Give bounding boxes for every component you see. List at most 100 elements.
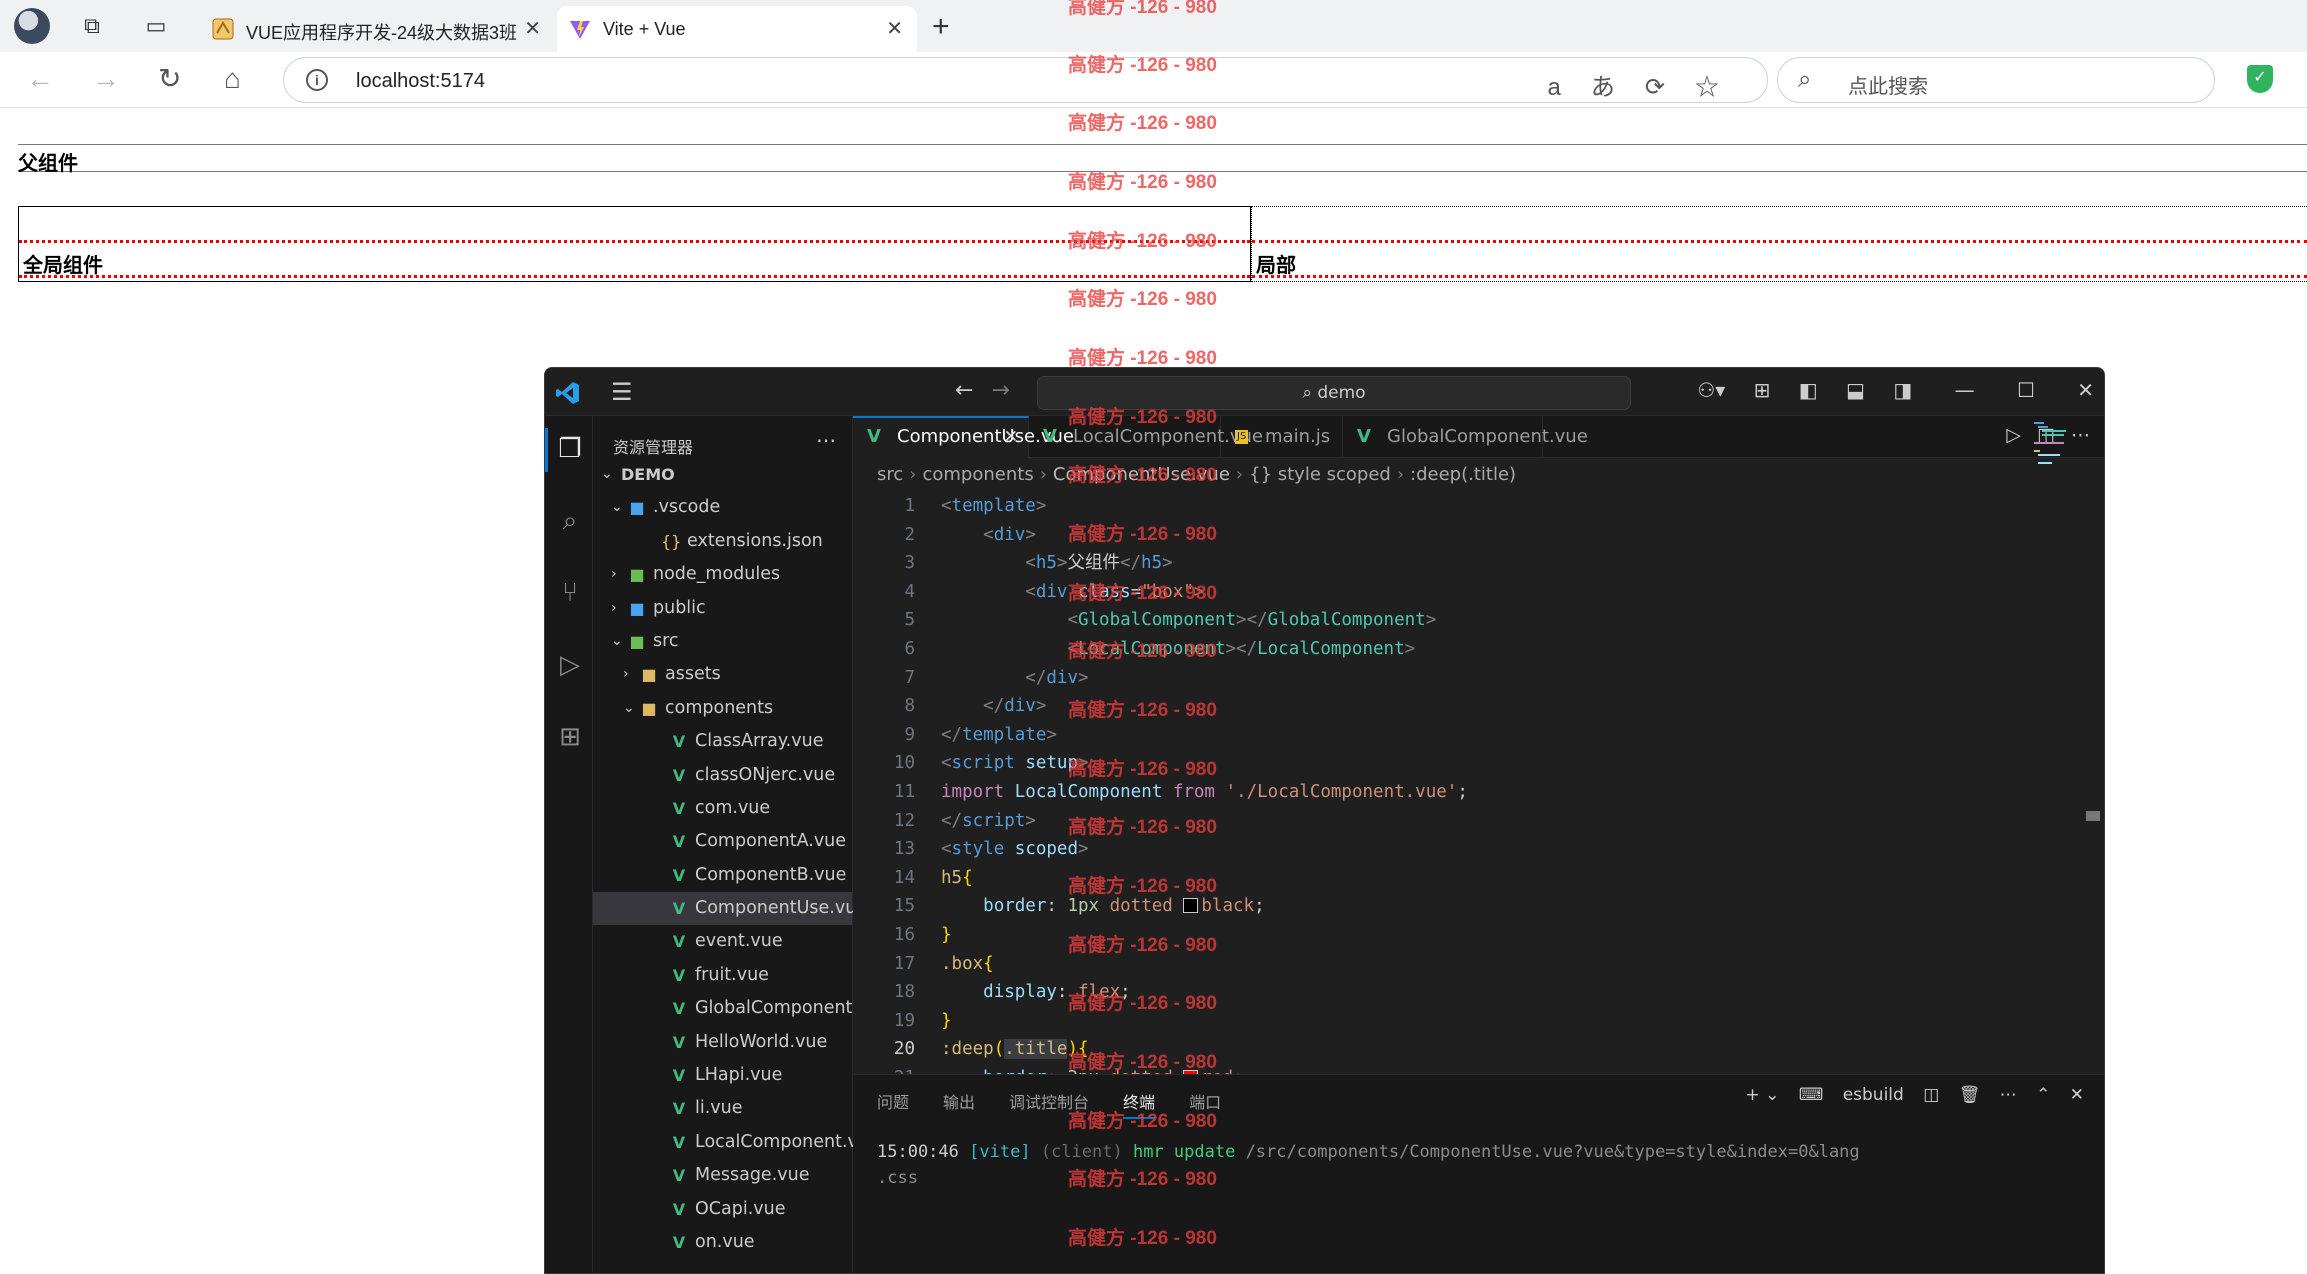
run-debug-icon[interactable]: ▷	[555, 650, 585, 680]
tree-file[interactable]: Vcom.vue	[593, 792, 852, 825]
tree-item-label: Message.vue	[695, 1165, 810, 1186]
address-bar[interactable]: i localhost:5174 aあ⟳☆	[283, 57, 1768, 103]
breadcrumb-item[interactable]: components	[922, 464, 1033, 485]
tab-close-icon[interactable]: ✕	[524, 16, 541, 41]
tree-file[interactable]: V ComponentA.vue	[593, 825, 852, 858]
extensions-icon[interactable]: ⊞	[555, 722, 585, 752]
tree-folder[interactable]: › ■ node_modules	[593, 558, 852, 591]
maximize-icon[interactable]: ☐	[2017, 378, 2035, 402]
breadcrumb-item[interactable]: ComponentUse.vue	[1053, 464, 1230, 485]
home-icon[interactable]: ⌂	[224, 64, 241, 94]
tree-folder[interactable]: ⌄ ■ src	[593, 625, 852, 658]
window-close-icon[interactable]: ✕	[2077, 378, 2094, 402]
editor-tab[interactable]: V LocalComponent.vue	[1029, 416, 1263, 458]
panel-more-icon[interactable]: ⋯	[2000, 1085, 2017, 1105]
line-number: 11	[893, 781, 915, 802]
vscode-window: ☰ ←→ ⌕ demo ⚇▾ ⊞ ◧ ⬓ ◨ — ☐ ✕ ❐ ⌕ ⑂ ▷ ⊞ 资…	[544, 367, 2105, 1274]
tree-file[interactable]: V HelloWorld.vue	[593, 1026, 852, 1059]
new-terminal-icon[interactable]: + ⌄	[1745, 1085, 1779, 1105]
reload-icon[interactable]: ↻	[158, 64, 181, 94]
tree-file[interactable]: V ClassArray.vue	[593, 725, 852, 758]
command-center[interactable]: ⌕ demo	[1037, 376, 1631, 410]
panel-tab[interactable]: 问题	[877, 1093, 909, 1112]
explorer-icon[interactable]: ❐	[555, 434, 585, 464]
tree-file[interactable]: V ComponentB.vue	[593, 859, 852, 892]
tree-root[interactable]: ⌄ DEMO	[593, 458, 852, 491]
editor-scrollbar[interactable]	[2086, 811, 2100, 821]
tree-file[interactable]: V GlobalComponent.vue	[593, 992, 890, 1025]
minimap[interactable]	[2034, 420, 2094, 470]
breadcrumb-item[interactable]: :deep(.title)	[1410, 464, 1516, 485]
panel-tab[interactable]: 端口	[1189, 1093, 1221, 1112]
terminal-action: hmr update	[1132, 1142, 1236, 1162]
more-actions-icon[interactable]: ⋯	[816, 428, 836, 452]
tree-file[interactable]: VclassONjerc.vue	[593, 759, 852, 792]
site-info-icon[interactable]: i	[306, 69, 328, 91]
tree-file[interactable]: V LocalComponent.vue	[593, 1126, 880, 1159]
editor-tab[interactable]: V GlobalComponent.vue	[1343, 416, 1588, 458]
search-view-icon[interactable]: ⌕	[555, 506, 585, 536]
tree-item-label: ComponentUse.vue	[695, 898, 868, 919]
collections-icon[interactable]: ⧉	[78, 12, 106, 40]
new-tab-button[interactable]: +	[932, 10, 950, 44]
tree-file[interactable]: Vfruit.vue	[593, 959, 852, 992]
panel-tab[interactable]: 输出	[943, 1093, 975, 1112]
color-swatch[interactable]	[1183, 898, 1199, 914]
tree-file[interactable]: V ComponentUse.vue	[593, 892, 867, 926]
favorite-star-icon[interactable]: ☆	[1695, 74, 1749, 101]
kill-terminal-icon[interactable]: 🗑	[1959, 1085, 1981, 1105]
tree-file[interactable]: Vevent.vue	[593, 925, 852, 958]
refresh-extension-icon[interactable]: ⟳	[1645, 74, 1695, 101]
code-editor[interactable]: 1 <template> 2 <div> 3 <h5>父组件</h5> 4 <di…	[853, 492, 2064, 1074]
profile-avatar[interactable]	[14, 8, 50, 44]
menu-icon[interactable]: ☰	[611, 378, 633, 406]
toggle-secondary-sidebar-icon[interactable]: ◨	[1893, 378, 1912, 402]
tree-folder[interactable]: › ■ assets	[593, 658, 852, 691]
tree-file[interactable]: V LHapi.vue	[593, 1059, 852, 1092]
tab-close-icon[interactable]: ✕	[1004, 418, 1018, 456]
vertical-tabs-icon[interactable]: ▭	[142, 12, 170, 40]
editor-tab[interactable]: V ComponentUse.vue ✕	[853, 416, 1074, 458]
tree-folder[interactable]: ⌄ ■ .vscode	[593, 491, 852, 524]
code-line: display: flex;	[983, 982, 1131, 1003]
split-terminal-icon[interactable]: ◫	[1923, 1085, 1939, 1105]
back-icon[interactable]: ←	[26, 64, 54, 94]
breadcrumb-item[interactable]: {} style scoped	[1249, 464, 1391, 485]
tab-close-icon[interactable]: ✕	[886, 16, 903, 41]
tree-file[interactable]: {} extensions.json	[593, 525, 852, 558]
tree-file[interactable]: V Message.vue	[593, 1159, 852, 1192]
security-shield-icon[interactable]: ✓	[2247, 65, 2273, 93]
read-aloud-icon[interactable]: aあ	[1548, 74, 1645, 101]
tree-folder[interactable]: › ■ public	[593, 592, 852, 625]
panel-tab[interactable]: 调试控制台	[1009, 1093, 1089, 1112]
url-text[interactable]: localhost:5174	[356, 70, 485, 93]
line-number: 1	[904, 496, 915, 516]
browser-tab-course[interactable]: VUE应用程序开发-24级大数据3班 ✕	[200, 6, 555, 52]
terminal-output[interactable]: 15:00:46 [vite] (client) hmr update /src…	[877, 1139, 1860, 1191]
browser-tab-vite[interactable]: Vite + Vue ✕	[557, 6, 917, 52]
editor-tab[interactable]: JS main.js	[1221, 416, 1343, 458]
tree-file[interactable]: V OCapi.vue	[593, 1193, 852, 1226]
toggle-panel-icon[interactable]: ⬓	[1846, 378, 1865, 402]
panel-tab[interactable]: 终端	[1123, 1093, 1156, 1119]
source-control-icon[interactable]: ⑂	[555, 578, 585, 608]
code-line: }	[941, 1010, 952, 1031]
vue-file-icon: V	[867, 426, 881, 447]
nav-back-icon[interactable]: ←	[955, 378, 991, 403]
toggle-sidebar-icon[interactable]: ◧	[1799, 378, 1818, 402]
run-icon[interactable]: ▷	[2006, 424, 2021, 446]
breadcrumb-item[interactable]: src	[877, 464, 903, 485]
tree-file[interactable]: Von.vue	[593, 1226, 852, 1259]
forward-icon[interactable]: →	[92, 64, 120, 94]
search-box[interactable]: ⌕ 点此搜索	[1777, 57, 2215, 103]
minimize-icon[interactable]: —	[1955, 378, 1975, 402]
maximize-panel-icon[interactable]: ⌃	[2036, 1085, 2050, 1105]
copilot-icon[interactable]: ⚇▾	[1697, 378, 1725, 402]
tree-folder[interactable]: ⌄ ■ components	[593, 692, 852, 725]
close-panel-icon[interactable]: ✕	[2070, 1085, 2084, 1105]
line-number: 6	[904, 638, 915, 659]
terminal-profile[interactable]: ⌨ esbuild	[1799, 1085, 1904, 1105]
tree-file[interactable]: Vli.vue	[593, 1092, 852, 1125]
customize-layout-icon[interactable]: ⊞	[1754, 378, 1771, 402]
nav-forward-icon[interactable]: →	[991, 378, 1027, 403]
